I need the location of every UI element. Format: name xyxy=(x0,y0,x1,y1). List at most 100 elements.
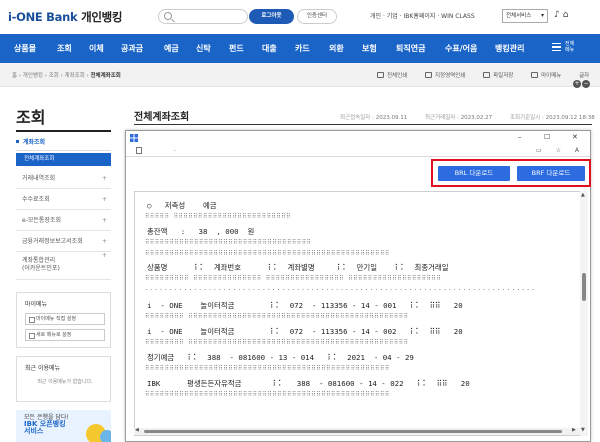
braille-dots-9: ⠿⠿⠿⠿⠿⠿⠿⠿⠿⠿⠿⠿⠿⠿⠿⠿⠿⠿⠿⠿⠿⠿⠿⠿⠿⠿⠿⠿⠿⠿⠿⠿⠿⠿⠿⠿⠿⠿⠿⠿… xyxy=(145,391,390,398)
sidebar-item-report[interactable]: 금융거래정보보고서조회 xyxy=(16,231,111,252)
doc-line-1: ○ 저축성 예금 xyxy=(147,201,217,210)
recent-menu-title: 최근 이용메뉴 xyxy=(25,365,61,372)
doc-line-2: 총잔액 : 38 , 000 원 xyxy=(147,227,255,236)
braille-document-view[interactable]: ○ 저축성 예금 ⠿⠿⠿⠿⠿ ⠿⠿⠿⠿⠿⠿⠿⠿⠿⠿⠿⠿⠿⠿⠿⠿⠿⠿⠿⠿⠿⠿⠿⠿ … xyxy=(134,191,582,436)
logout-button[interactable]: 로그아웃 xyxy=(249,9,294,24)
minimize-button[interactable]: – xyxy=(518,133,522,141)
braille-dots-6: ⠿⠿⠿⠿⠿⠿⠿⠿ ⠿⠿⠿⠿⠿⠿⠿⠿⠿⠿⠿⠿⠿⠿⠿⠿⠿⠿⠿⠿⠿⠿⠿⠿⠿⠿⠿⠿⠿⠿⠿… xyxy=(145,313,409,320)
nav-item-loan[interactable]: 대출 xyxy=(262,34,277,63)
promo-line3: 서비스 xyxy=(24,427,44,435)
mymenu-set-button[interactable]: 마이메뉴 직접 설정 xyxy=(25,313,105,325)
nav-item-card[interactable]: 카드 xyxy=(295,34,310,63)
braille-dots-5: ⠂⠂⠂⠂⠂⠂⠂⠂⠂⠂⠂⠂⠂⠂⠂⠂⠂⠂⠂⠂⠂⠂⠂⠂⠂⠂⠂⠂⠂⠂⠂⠂⠂⠂⠂⠂⠂⠂⠂⠂… xyxy=(145,287,537,294)
print-area-tool[interactable]: 지정영역인쇄 xyxy=(425,72,473,79)
search-input[interactable] xyxy=(158,9,248,24)
printer-icon xyxy=(425,72,432,78)
sidebar-item-e-passbook[interactable]: e-모든통장조회 xyxy=(16,210,111,231)
sidebar-title: 조회 xyxy=(16,108,46,127)
doc-row-2: i - ONE 놀이터적금 ⠇⠅ 072 - 113356 - 14 - 002… xyxy=(147,327,463,336)
braille-dots-1: ⠿⠿⠿⠿⠿ ⠿⠿⠿⠿⠿⠿⠿⠿⠿⠿⠿⠿⠿⠿⠿⠿⠿⠿⠿⠿⠿⠿⠿⠿ xyxy=(145,213,292,220)
lock-icon[interactable]: ⌂ xyxy=(563,10,572,20)
breadcrumb: 홈 › 개인뱅킹 › 조회 › 계좌조회 › 전체계좌조회 xyxy=(12,71,121,79)
promo-banner[interactable]: 모든 은행을 담다! IBK 오픈뱅킹 서비스 xyxy=(16,410,111,442)
printer-icon xyxy=(377,72,384,78)
mymenu-tool[interactable]: 마이메뉴 xyxy=(531,72,569,79)
nav-item-banking-mgmt[interactable]: 뱅킹관리 xyxy=(495,34,524,63)
doc-row-4: IBK 평생든든자유적금 ⠇⠅ 388 - 081600 - 14 - 022 … xyxy=(147,379,470,388)
nav-item-transfer[interactable]: 이체 xyxy=(89,34,104,63)
breadcrumb-bar: 홈 › 개인뱅킹 › 조회 › 계좌조회 › 전체계좌조회 전체인쇄 지정영역인… xyxy=(0,63,600,89)
recent-menu-box: 최근 이용메뉴 최근 이용메뉴가 없습니다. xyxy=(16,356,111,402)
page-icon xyxy=(136,147,142,154)
main-nav: 상품몰 조회 이체 공과금 예금 신탁 펀드 대출 카드 외환 보험 퇴직연금 … xyxy=(0,34,600,63)
font-decrease-button[interactable]: − xyxy=(582,80,590,88)
nav-item-inquiry[interactable]: 조회 xyxy=(57,34,72,63)
sidebar-nav: 계좌조회 전체계좌조회 거래내역조회 수수료조회 e-모든통장조회 금융거래정보… xyxy=(16,134,111,280)
horizontal-scroll-thumb[interactable] xyxy=(144,430,562,433)
close-button[interactable]: ✕ xyxy=(572,133,578,141)
scroll-right-icon[interactable]: ▶ xyxy=(572,427,576,433)
service-select[interactable]: 전체서비스 xyxy=(502,9,548,23)
mymenu-title: 마이메뉴 xyxy=(25,301,48,308)
mymenu-box: 마이메뉴 마이메뉴 직접 설정 새로 메뉴로 설정 xyxy=(16,292,111,348)
bank-logo[interactable]: i-ONE Bank 개인뱅킹 xyxy=(8,9,122,25)
sidebar-group-account[interactable]: 계좌조회 xyxy=(16,134,111,151)
sidebar-title-rule xyxy=(16,130,111,132)
login-meta: 최근접속일자 : 2023.09.11 최근거래일자 : 2023.02.27 … xyxy=(340,115,595,121)
nav-item-pension[interactable]: 퇴직연금 xyxy=(396,34,425,63)
nav-item-insurance[interactable]: 보험 xyxy=(362,34,377,63)
accountinfo-line2: (어카운트인포) xyxy=(22,265,60,272)
sidebar-item-fees[interactable]: 수수료조회 xyxy=(16,189,111,210)
cert-center-button[interactable]: 인증센터 xyxy=(297,9,337,24)
nav-item-forex[interactable]: 외환 xyxy=(329,34,344,63)
app-icon xyxy=(130,134,138,142)
page-title: 전체계좌조회 xyxy=(134,112,190,123)
top-links[interactable]: 개인 · 기업 · IBK홈페이지 · WIN CLASS xyxy=(370,11,475,20)
horizontal-scrollbar[interactable]: ◀ ▶ xyxy=(134,427,580,435)
accountinfo-line1: 계좌통합관리 xyxy=(22,257,56,264)
popup-titlebar: – ☐ ✕ xyxy=(126,131,590,145)
mymenu-new-button[interactable]: 새로 메뉴로 설정 xyxy=(25,329,105,341)
brf-download-button[interactable]: BRF 다운로드 xyxy=(517,166,585,181)
font-size-controls: + − xyxy=(572,70,590,89)
nav-item-fund[interactable]: 펀드 xyxy=(229,34,244,63)
vertical-scroll-thumb[interactable] xyxy=(582,273,586,301)
all-menu-button[interactable]: 전체 메뉴 xyxy=(552,40,592,58)
bell-icon[interactable]: ♪ xyxy=(554,10,563,20)
popup-toolbar-icons[interactable]: ▭ ☆ A xyxy=(536,147,585,154)
nav-item-check[interactable]: 수표/어음 xyxy=(445,34,477,63)
breadcrumb-path[interactable]: 홈 › 개인뱅킹 › 조회 › 계좌조회 › xyxy=(12,73,90,79)
scroll-up-icon[interactable]: ▲ xyxy=(581,192,585,198)
nav-item-utility[interactable]: 공과금 xyxy=(121,34,143,63)
search-icon xyxy=(164,12,172,20)
menu-icon xyxy=(552,43,561,53)
scroll-down-icon[interactable]: ▼ xyxy=(581,427,585,433)
save-file-tool[interactable]: 파일저장 xyxy=(483,72,521,79)
maximize-button[interactable]: ☐ xyxy=(544,133,550,141)
nav-item-shop[interactable]: 상품몰 xyxy=(14,34,36,63)
person-icon xyxy=(531,72,539,78)
braille-dots-4: ⠿⠿⠿⠿⠿⠿⠿⠿⠿ ⠿⠿⠿⠿⠿⠿⠿⠿⠿⠿⠿⠿⠿⠿ ⠿⠿⠿⠿⠿⠿⠿⠿⠿⠿⠿⠿⠿⠿⠿… xyxy=(145,275,442,282)
address-field[interactable]: . xyxy=(174,146,176,153)
all-menu-label: 전체 메뉴 xyxy=(565,41,575,53)
braille-dots-2: ⠿⠿⠿⠿⠿⠿⠿⠿⠿⠿⠿⠿⠿⠿⠿⠿⠿⠿⠿⠿⠿⠿⠿⠿⠿⠿⠿⠿⠿⠿⠿⠿⠿⠿ xyxy=(145,239,312,246)
nav-item-trust[interactable]: 신탁 xyxy=(196,34,211,63)
braille-dots-7: ⠿⠿⠿⠿⠿⠿⠿⠿ ⠿⠿⠿⠿⠿⠿⠿⠿⠿⠿⠿⠿⠿⠿⠿⠿⠿⠿⠿⠿⠿⠿⠿⠿⠿⠿⠿⠿⠿⠿⠿… xyxy=(145,339,409,346)
sidebar-item-all-accounts[interactable]: 전체계좌조회 xyxy=(16,153,111,166)
braille-popup-window: – ☐ ✕ . ▭ ☆ A BRL 다운로드 BRF 다운로드 ○ 저축성 예금… xyxy=(125,130,591,442)
top-utility-icons[interactable]: ♪⌂ xyxy=(554,10,571,20)
sidebar-item-accountinfo[interactable]: 계좌통합관리 (어카운트인포) xyxy=(16,252,111,280)
print-all-tool[interactable]: 전체인쇄 xyxy=(377,72,415,79)
popup-addressbar: . ▭ ☆ A xyxy=(126,145,590,157)
page-tools: 전체인쇄 지정영역인쇄 파일저장 마이메뉴 글자 xyxy=(377,71,597,79)
promo-illustration-2 xyxy=(100,430,111,442)
doc-row-1: i - ONE 놀이터적금 ⠇⠅ 072 - 113356 - 14 - 001… xyxy=(147,301,463,310)
nav-item-deposit[interactable]: 예금 xyxy=(164,34,179,63)
doc-row-3: 정기예금 ⠇⠅ 388 - 081600 - 13 - 014 ⠇⠅ 2021 … xyxy=(147,353,414,362)
vertical-scrollbar[interactable]: ▲ ▼ xyxy=(580,191,588,436)
promo-text: 모든 은행을 담다! IBK 오픈뱅킹 서비스 xyxy=(24,414,69,435)
brl-download-button[interactable]: BRL 다운로드 xyxy=(438,166,510,181)
sidebar-item-history[interactable]: 거래내역조회 xyxy=(16,168,111,189)
scroll-left-icon[interactable]: ◀ xyxy=(135,427,139,433)
font-increase-button[interactable]: + xyxy=(573,80,581,88)
